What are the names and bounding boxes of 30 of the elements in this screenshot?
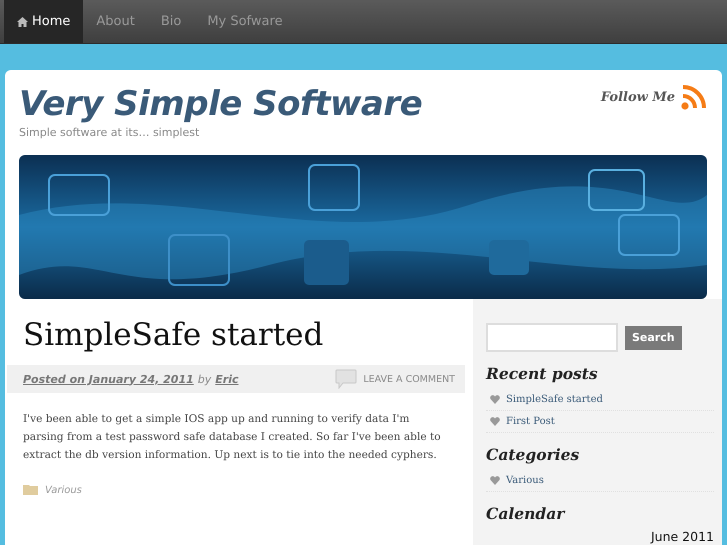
author-link[interactable]: Eric (215, 372, 238, 386)
widget-title: Categories (486, 445, 580, 464)
follow-label: Follow Me (600, 90, 675, 104)
widget-link[interactable]: Various (506, 475, 544, 486)
site-title[interactable]: Very Simple Software (19, 82, 422, 126)
by-label: by (198, 372, 212, 386)
heart-icon (490, 476, 500, 485)
heart-icon (490, 417, 500, 426)
search-button[interactable]: Search (625, 326, 682, 350)
category-link[interactable]: Various (45, 484, 82, 496)
nav-link[interactable]: My Sofware (194, 0, 296, 43)
post-body: I've been able to get a simple IOS app up and running to verify data I'm parsing from a test password safe database I created. So far I've been able to extract the db version information. Up next is to tie into the needed cyphers. (23, 412, 442, 463)
heart-icon (490, 395, 500, 404)
widget-link[interactable]: First Post (506, 416, 555, 427)
nav-link[interactable]: About (83, 0, 148, 43)
nav-link[interactable]: Home (4, 0, 84, 43)
leave-comment-link[interactable]: LEAVE A COMMENT (363, 374, 455, 384)
home-icon (17, 16, 28, 26)
widget-link[interactable]: SimpleSafe started (506, 394, 603, 405)
post-date-link[interactable]: Posted on January 24, 2011 (23, 372, 194, 386)
search-field[interactable] (486, 323, 618, 352)
post-title[interactable]: SimpleSafe started (23, 317, 473, 353)
nav-link[interactable]: Bio (148, 0, 194, 43)
widget-title: Calendar (486, 504, 566, 523)
site-tagline: Simple software at its… simplest (19, 126, 200, 139)
rss-icon[interactable] (681, 84, 707, 110)
folder-icon (23, 484, 39, 496)
speech-bubble-icon (335, 369, 358, 389)
widget-title: Recent posts (486, 364, 599, 383)
calendar-month: June 2011 (649, 529, 714, 544)
